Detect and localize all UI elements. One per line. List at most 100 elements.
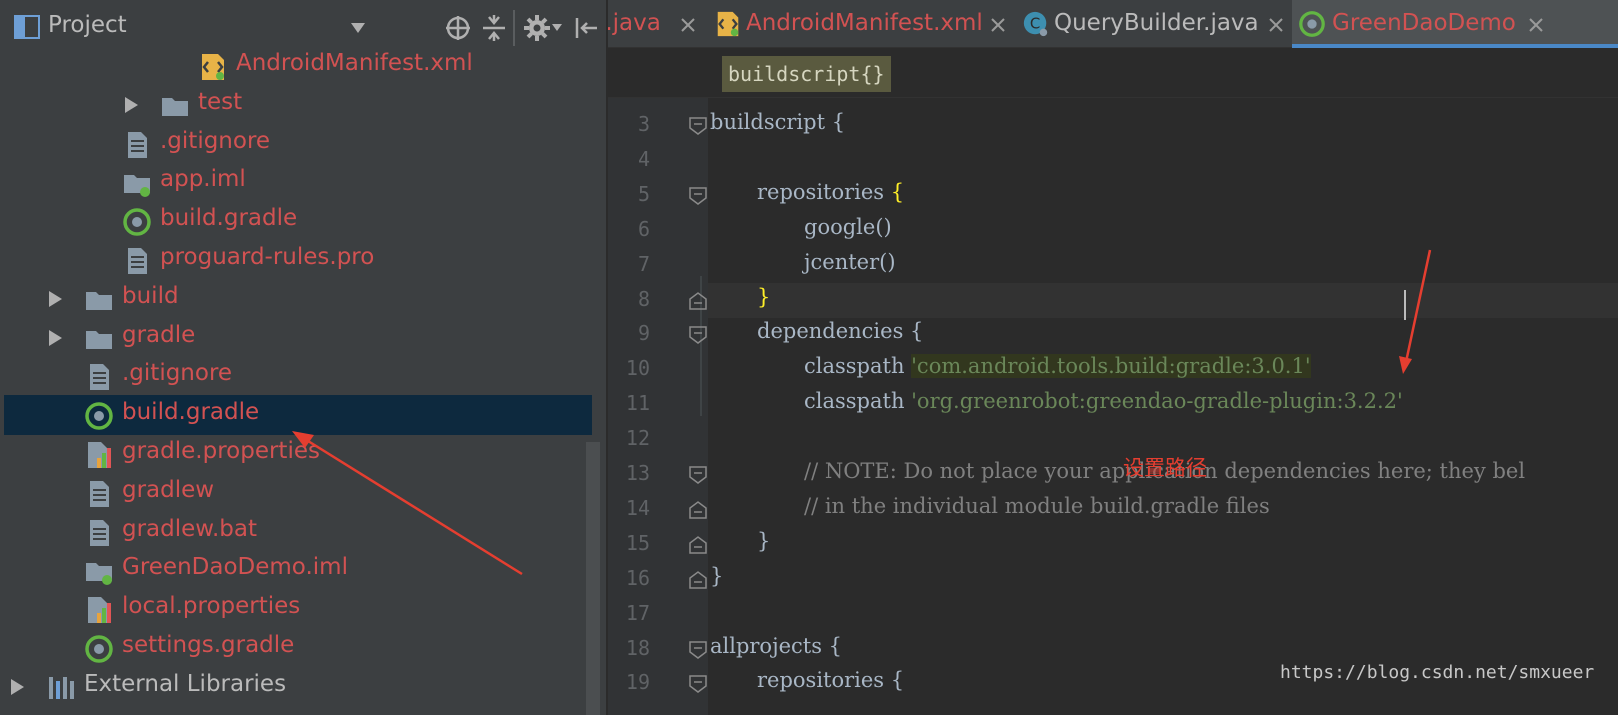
code-line: } <box>710 564 723 588</box>
toolbar-separator <box>513 10 515 46</box>
code-line: // in the individual module build.gradle… <box>804 494 1270 518</box>
code-text: classpath <box>804 354 912 379</box>
code-text: } <box>757 528 771 553</box>
tree-item-label: gradlew <box>122 476 215 503</box>
code-text: allprojects { <box>710 633 843 658</box>
code-string: 'com.android.tools.build:gradle:3.0.1' <box>911 354 1311 379</box>
text-caret <box>1404 290 1406 320</box>
android-manifest-icon <box>714 10 742 38</box>
text-file-icon <box>84 362 114 392</box>
properties-file-icon <box>84 440 114 470</box>
close-icon[interactable] <box>680 17 696 33</box>
scroll-from-source-icon[interactable] <box>444 14 472 42</box>
text-file-icon <box>122 130 152 160</box>
tree-item[interactable]: External Libraries <box>4 667 592 707</box>
hide-panel-icon[interactable] <box>573 14 601 42</box>
gear-icon[interactable] <box>523 14 551 42</box>
tree-item-label: build <box>122 282 179 309</box>
gradle-icon <box>122 207 152 237</box>
watermark: https://blog.csdn.net/smxueer <box>1280 662 1595 683</box>
text-file-icon <box>122 246 152 276</box>
tree-item[interactable]: gradlew.bat <box>4 512 592 552</box>
project-panel-title[interactable]: Project <box>48 12 127 38</box>
tree-item[interactable]: GreenDaoDemo.iml <box>4 550 592 590</box>
text-file-icon <box>84 518 114 548</box>
code-comment: // in the individual module build.gradle… <box>804 493 1270 518</box>
module-folder-icon <box>122 168 152 198</box>
code-line: repositories { <box>757 668 904 692</box>
editor-tab-label: AndroidManifest.xml <box>746 10 983 36</box>
editor-tab[interactable]: GreenDaoDemo <box>1292 0 1618 48</box>
code-text: } <box>710 563 724 588</box>
breadcrumb: buildscript{} <box>608 48 1618 98</box>
close-icon[interactable] <box>990 17 1006 33</box>
tree-item-label: settings.gradle <box>122 632 295 658</box>
tree-item[interactable]: AndroidManifest.xml <box>4 46 592 86</box>
tree-item-label: gradle <box>122 321 196 348</box>
chevron-right-icon[interactable] <box>46 329 64 347</box>
code-area[interactable]: buildscript { repositories { google() jcent… <box>608 98 1618 715</box>
gradle-icon <box>1298 10 1326 38</box>
tree-item-label: build.gradle <box>122 399 260 426</box>
tree-item-label: gradlew.bat <box>122 515 258 542</box>
annotation-label: 设置路径 <box>1123 456 1207 480</box>
collapse-all-icon[interactable] <box>480 14 508 42</box>
chevron-right-icon[interactable] <box>122 96 140 114</box>
chevron-right-icon[interactable] <box>46 290 64 308</box>
project-panel-scrollbar[interactable] <box>586 442 600 715</box>
code-line: classpath 'com.android.tools.build:gradl… <box>804 354 1311 379</box>
code-line: allprojects { <box>710 634 842 658</box>
tree-item-label: local.properties <box>122 593 301 620</box>
folder-icon <box>160 91 190 121</box>
android-manifest-icon <box>198 52 228 82</box>
tree-item-label: .gitignore <box>122 360 233 387</box>
tree-item[interactable]: gradle.properties <box>4 434 592 474</box>
code-line: repositories { <box>757 180 904 204</box>
tree-item[interactable]: gradle <box>4 318 592 358</box>
code-line: } <box>757 529 770 553</box>
gradle-icon <box>84 401 114 431</box>
tree-item[interactable]: local.properties <box>4 589 592 629</box>
chevron-down-icon[interactable] <box>350 22 366 34</box>
code-text: repositories { <box>757 668 905 693</box>
close-icon[interactable] <box>1268 17 1284 33</box>
tree-item-label: External Libraries <box>84 670 287 697</box>
tree-item[interactable]: build <box>4 279 592 319</box>
current-line-highlight <box>708 283 1618 318</box>
libraries-icon <box>46 673 76 703</box>
tree-item[interactable]: build.gradle <box>4 201 592 241</box>
text-file-icon <box>84 479 114 509</box>
code-line: jcenter() <box>804 250 896 274</box>
code-line: } <box>757 285 770 309</box>
tree-item-label: test <box>198 88 243 115</box>
project-view-icon[interactable] <box>13 14 41 40</box>
tree-item[interactable]: test <box>4 85 592 125</box>
editor-tab[interactable]: ty.java <box>608 0 706 48</box>
breadcrumb-item[interactable]: buildscript{} <box>722 56 891 92</box>
tree-item[interactable]: app.iml <box>4 162 592 202</box>
code-line: buildscript { <box>710 110 845 134</box>
code-text: dependencies { <box>757 319 924 344</box>
project-tree: AndroidManifest.xml test .gitignore app.iml… <box>0 48 608 715</box>
tree-item[interactable]: .gitignore <box>4 356 592 396</box>
code-text: google() <box>804 214 892 239</box>
editor-tab-label: QueryBuilder.java <box>1054 10 1259 36</box>
chevron-down-icon[interactable] <box>552 24 562 32</box>
svg-text:C: C <box>1030 15 1040 33</box>
chevron-right-icon[interactable] <box>8 678 26 696</box>
tree-item[interactable]: gradlew <box>4 473 592 513</box>
tree-item[interactable]: build.gradle <box>4 395 592 436</box>
close-icon[interactable] <box>1528 17 1544 33</box>
tree-item-label: GreenDaoDemo.iml <box>122 554 348 581</box>
tree-item-label: AndroidManifest.xml <box>236 50 473 76</box>
code-text: classpath <box>804 389 912 414</box>
module-folder-icon <box>84 556 114 586</box>
tree-item[interactable]: proguard-rules.pro <box>4 240 592 280</box>
tree-item-label: gradle.properties <box>122 438 320 464</box>
editor-tab[interactable]: AndroidManifest.xml <box>708 0 1012 48</box>
gradle-icon <box>84 634 114 664</box>
code-line: classpath 'org.greenrobot:greendao-gradl… <box>804 389 1403 413</box>
tree-item[interactable]: settings.gradle <box>4 628 592 668</box>
editor-tab[interactable]: C QueryBuilder.java <box>1014 0 1290 48</box>
tree-item[interactable]: .gitignore <box>4 124 592 164</box>
